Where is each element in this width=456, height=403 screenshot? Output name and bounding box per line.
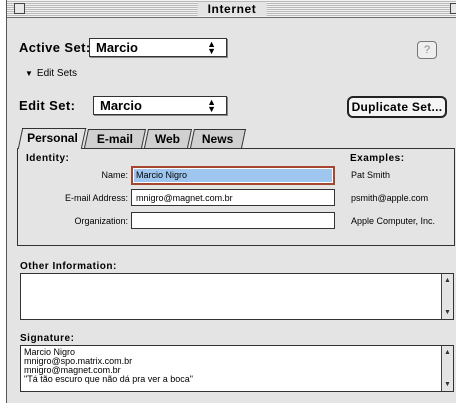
other-information-label: Other Information: <box>20 261 117 272</box>
organization-label: Organization: <box>74 216 128 226</box>
signature-scrollbar[interactable]: ▲ ▼ <box>441 346 453 391</box>
organization-example: Apple Computer, Inc. <box>351 216 436 226</box>
edit-set-label: Edit Set: <box>19 98 76 113</box>
zoom-box[interactable] <box>450 3 456 14</box>
popup-arrows-icon: ▲ ▼ <box>207 97 216 114</box>
edit-set-popup[interactable]: Marcio ▲ ▼ <box>93 96 227 115</box>
edit-sets-label: Edit Sets <box>36 68 77 79</box>
tab-news-label: News <box>202 132 234 146</box>
tab-personal[interactable]: Personal <box>17 128 87 149</box>
name-field[interactable]: Marcio Nigro <box>131 166 335 185</box>
name-value: Marcio Nigro <box>134 169 332 182</box>
email-example: psmith@apple.com <box>351 193 429 203</box>
personal-panel: Identity: Examples: Name: Marcio Nigro P… <box>17 148 455 246</box>
duplicate-set-button[interactable]: Duplicate Set... <box>347 96 447 118</box>
signature-line: "Tá tão escuro que não dá pra ver a boca… <box>24 374 193 384</box>
tab-email[interactable]: E-mail <box>83 129 147 148</box>
email-label: E-mail Address: <box>64 193 128 203</box>
organization-field[interactable] <box>131 212 335 229</box>
tab-personal-label: Personal <box>26 131 78 145</box>
title-bar[interactable]: Internet <box>7 0 456 18</box>
tab-web-label: Web <box>155 132 181 146</box>
scroll-up-arrow-icon[interactable]: ▲ <box>442 275 453 286</box>
signature-field[interactable]: Marcio Nigro mnigro@spo.matrix.com.br mn… <box>20 345 454 392</box>
close-box[interactable] <box>14 3 25 14</box>
help-icon: ? <box>423 44 431 56</box>
identity-heading: Identity: <box>26 153 70 164</box>
help-button[interactable]: ? <box>417 41 437 59</box>
signature-label: Signature: <box>20 333 75 344</box>
active-set-label: Active Set: <box>19 40 91 55</box>
popup-arrows-icon: ▲ ▼ <box>207 39 216 56</box>
edit-set-value: Marcio <box>100 98 142 113</box>
disclosure-triangle-icon: ▼ <box>25 69 33 78</box>
examples-heading: Examples: <box>350 153 405 164</box>
tab-email-label: E-mail <box>96 132 133 146</box>
name-label: Name: <box>101 170 128 180</box>
other-information-field[interactable]: ▲ ▼ <box>20 273 454 320</box>
active-set-popup[interactable]: Marcio ▲ ▼ <box>89 38 227 57</box>
tab-news[interactable]: News <box>189 129 247 148</box>
window-title: Internet <box>197 2 267 16</box>
scroll-down-arrow-icon[interactable]: ▼ <box>442 379 453 390</box>
scroll-up-arrow-icon[interactable]: ▲ <box>442 347 453 358</box>
edit-sets-disclosure[interactable]: ▼ Edit Sets <box>25 68 77 79</box>
email-field[interactable]: mnigro@magnet.com.br <box>131 189 335 206</box>
name-example: Pat Smith <box>351 170 391 180</box>
tab-web[interactable]: Web <box>143 129 193 148</box>
active-set-value: Marcio <box>96 40 138 55</box>
other-information-scrollbar[interactable]: ▲ ▼ <box>441 274 453 319</box>
scroll-down-arrow-icon[interactable]: ▼ <box>442 307 453 318</box>
internet-window: Internet Active Set: Marcio ▲ ▼ ? ▼ Edit S… <box>6 0 456 403</box>
